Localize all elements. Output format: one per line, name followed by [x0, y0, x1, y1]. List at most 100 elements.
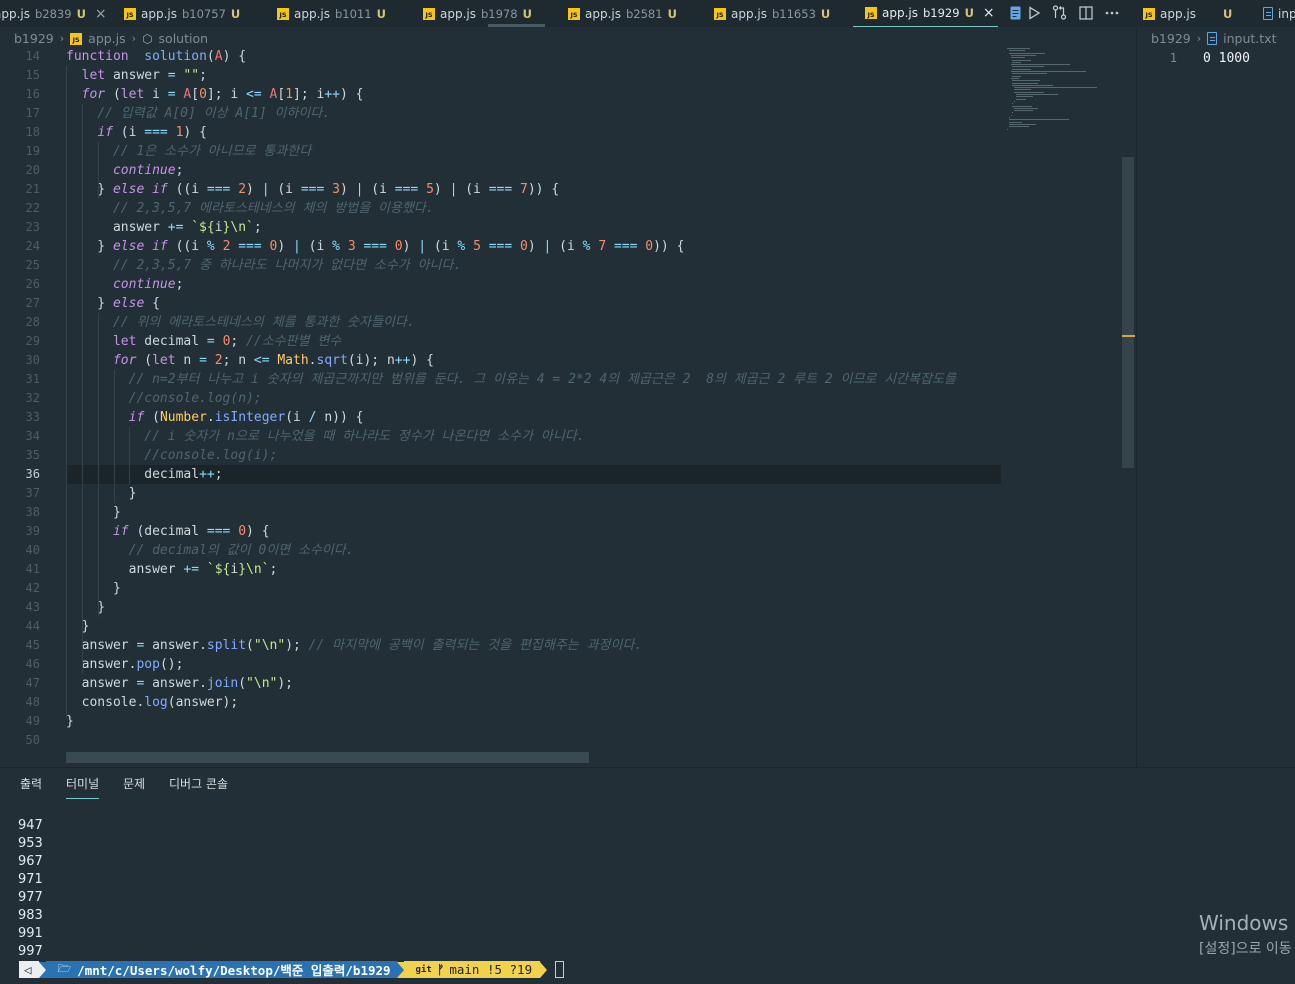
vertical-scrollbar[interactable]: [1122, 157, 1134, 468]
open-preview-icon[interactable]: [1007, 4, 1024, 21]
code-line[interactable]: 46 answer.pop();: [0, 655, 1135, 674]
code-line[interactable]: 37 }: [0, 484, 1135, 503]
code-text: // 2,3,5,7 에라토스테네스의 체의 방법을 이용했다.: [112, 201, 434, 216]
chevron-right-icon: ›: [59, 32, 65, 45]
tab-app-js-b1978[interactable]: JS app.js b1978 U: [423, 0, 532, 27]
code-line[interactable]: 29 let decimal = 0; //소수판별 변수: [0, 332, 1135, 351]
code-line[interactable]: 32 //console.log(n);: [0, 389, 1135, 408]
code-line[interactable]: 41 answer += `${i}\n`;: [0, 560, 1135, 579]
tab-app-js-b2581[interactable]: JS app.js b2581 U: [568, 0, 677, 27]
code-line[interactable]: 17 // 입력값 A[0] 이상 A[1] 이하이다.: [0, 104, 1135, 123]
code-text: }: [66, 486, 137, 501]
code-line[interactable]: 42 }: [0, 579, 1135, 598]
code-line[interactable]: 43 }: [0, 598, 1135, 617]
right-tab-app-js[interactable]: JS app.js U: [1143, 0, 1232, 27]
code-line[interactable]: 14 function solution(A) {: [0, 47, 1135, 66]
input-file-editor[interactable]: b1929 › input.txt 1 0 1000: [1136, 27, 1295, 767]
code-line[interactable]: 39 if (decimal === 0) {: [0, 522, 1135, 541]
tab-app-js-b1929[interactable]: JS app.js b1929 U ×: [853, 0, 998, 27]
close-icon[interactable]: ×: [95, 6, 107, 22]
code-line[interactable]: 27 } else {: [0, 294, 1135, 313]
breadcrumb-file[interactable]: input.txt: [1223, 31, 1276, 46]
code-line[interactable]: 38 }: [0, 503, 1135, 522]
tab-app-js-b1011[interactable]: JS app.js b1011 U: [277, 0, 386, 27]
tab-description: b2581: [626, 6, 663, 21]
tab-description: b1978: [481, 6, 518, 21]
breadcrumb-folder[interactable]: b1929: [1151, 31, 1191, 46]
code-line[interactable]: 36 decimal++;: [0, 465, 1135, 484]
right-breadcrumb: b1929 › input.txt: [1151, 30, 1276, 47]
code-line[interactable]: 22 // 2,3,5,7 에라토스테네스의 체의 방법을 이용했다.: [0, 199, 1135, 218]
tab-terminal[interactable]: 터미널: [66, 775, 100, 799]
code-line[interactable]: 40 // decimal의 값이 0이면 소수이다.: [0, 541, 1135, 560]
close-icon[interactable]: ×: [983, 5, 995, 21]
chevron-right-icon: ›: [1196, 32, 1202, 45]
code-line[interactable]: 20 continue;: [0, 161, 1135, 180]
code-line[interactable]: 48 console.log(answer);: [0, 693, 1135, 712]
code-line[interactable]: 25 // 2,3,5,7 중 하나라도 나머지가 없다면 소수가 아니다.: [0, 256, 1135, 275]
line-number: 47: [25, 676, 40, 690]
minimap[interactable]: [1007, 47, 1122, 147]
minimap-line: [1014, 91, 1045, 93]
breadcrumb-symbol[interactable]: solution: [159, 31, 209, 46]
editor-tab-bar: app.js b2839 U × JS app.js b10757 U JS a…: [0, 0, 1295, 27]
code-text: }: [66, 714, 74, 729]
line-number: 29: [25, 334, 40, 348]
code-line[interactable]: 24 } else if ((i % 2 === 0) | (i % 3 ===…: [0, 237, 1135, 256]
code-line[interactable]: 15 let answer = "";: [0, 66, 1135, 85]
code-line[interactable]: 50: [0, 731, 1135, 750]
code-line[interactable]: 16 for (let i = A[0]; i <= A[1]; i++) {: [0, 85, 1135, 104]
code-line[interactable]: 45 answer = answer.split("\n"); // 마지막에 …: [0, 636, 1135, 655]
tab-output[interactable]: 출력: [20, 775, 42, 798]
code-line[interactable]: 49}: [0, 712, 1135, 731]
line-number: 16: [25, 87, 40, 101]
run-icon[interactable]: [1025, 4, 1042, 21]
js-file-icon: JS: [865, 7, 877, 19]
js-file-icon: JS: [70, 32, 83, 45]
tab-app-js-b2839[interactable]: app.js b2839 U ×: [0, 0, 107, 27]
code-line[interactable]: 31 // n=2부터 나누고 i 숫자의 제곱근까지만 범위를 둔다. 그 이…: [0, 370, 1135, 389]
code-line[interactable]: 28 // 위의 에라토스테네스의 체를 통과한 숫자들이다.: [0, 313, 1135, 332]
input-line[interactable]: 1 0 1000: [1137, 49, 1295, 68]
code-line[interactable]: 47 answer = answer.join("\n");: [0, 674, 1135, 693]
code-editor[interactable]: 14 function solution(A) {15 let answer = …: [0, 47, 1135, 767]
tab-debug-console[interactable]: 디버그 콘솔: [169, 775, 228, 798]
code-line[interactable]: 21 } else if ((i === 2) | (i === 3) | (i…: [0, 180, 1135, 199]
symbol-method-icon: ⬡: [142, 31, 153, 46]
git-compare-icon[interactable]: [1051, 4, 1068, 21]
right-tab-input[interactable]: inp: [1263, 0, 1295, 27]
minimap-line: [1010, 54, 1036, 56]
more-actions-icon[interactable]: [1103, 4, 1120, 21]
code-line[interactable]: 33 if (Number.isInteger(i / n)) {: [0, 408, 1135, 427]
terminal-prompt[interactable]: ◁ 🗁 /mnt/c/Users/wolfy/Desktop/백준 입출력/b1…: [19, 961, 565, 978]
line-number: 45: [25, 638, 40, 652]
tab-description: b1929: [923, 6, 960, 20]
code-text: } else if ((i % 2 === 0) | (i % 3 === 0)…: [66, 239, 685, 254]
code-line[interactable]: 19 // 1은 소수가 아니므로 통과한다: [0, 142, 1135, 161]
breadcrumb-folder[interactable]: b1929: [14, 31, 54, 46]
segment-separator: [38, 961, 46, 978]
code-line[interactable]: 26 continue;: [0, 275, 1135, 294]
tab-app-js-b10757[interactable]: JS app.js b10757 U: [124, 0, 240, 27]
code-text: // 입력값 A[0] 이상 A[1] 이하이다.: [97, 106, 331, 121]
code-line[interactable]: 34 // i 숫자가 n으로 나누었을 때 하나라도 정수가 나온다면 소수가…: [0, 427, 1135, 446]
tab-problems[interactable]: 문제: [123, 775, 145, 798]
line-number: 50: [25, 733, 40, 747]
horizontal-scrollbar[interactable]: [66, 752, 589, 763]
line-number: 43: [25, 600, 40, 614]
code-line[interactable]: 23 answer += `${i}\n`;: [0, 218, 1135, 237]
code-line[interactable]: 30 for (let n = 2; n <= Math.sqrt(i); n+…: [0, 351, 1135, 370]
minimap-line: [1014, 107, 1039, 109]
breadcrumb-file[interactable]: app.js: [88, 31, 126, 46]
js-file-icon: JS: [277, 7, 289, 20]
code-line[interactable]: 18 if (i === 1) {: [0, 123, 1135, 142]
split-editor-icon[interactable]: [1077, 4, 1094, 21]
line-number: 36: [25, 467, 40, 481]
tab-app-js-b11653[interactable]: JS app.js b11653 U: [714, 0, 830, 27]
tab-scroll-indicator[interactable]: [488, 24, 545, 27]
code-line[interactable]: 44 }: [0, 617, 1135, 636]
minimap-line: [1016, 96, 1033, 98]
code-line[interactable]: 35 //console.log(i);: [0, 446, 1135, 465]
line-number: 40: [25, 543, 40, 557]
line-number: 1: [1169, 51, 1177, 65]
